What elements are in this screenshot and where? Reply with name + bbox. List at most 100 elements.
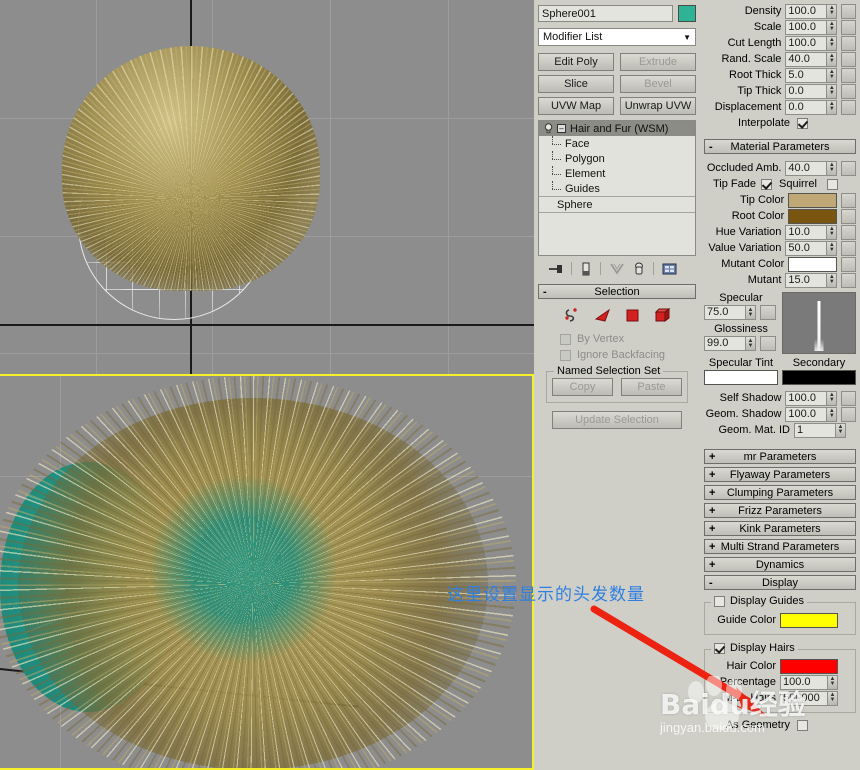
stack-subitem-element[interactable]: Element <box>539 166 695 181</box>
rollout-multi-strand-parameters[interactable]: + Multi Strand Parameters <box>704 539 856 554</box>
root-thick-spinner[interactable]: ▲ ▼ <box>826 67 838 83</box>
copy-button[interactable]: Copy <box>552 378 613 396</box>
specular-spinner[interactable]: ▲ ▼ <box>745 305 756 320</box>
rand-scale-spinner[interactable]: ▲ ▼ <box>826 51 838 67</box>
paste-button[interactable]: Paste <box>621 378 682 396</box>
max-hairs-spinner[interactable]: ▲ ▼ <box>827 690 838 706</box>
display-guides-checkbox[interactable] <box>714 595 725 607</box>
root-thick-map-button[interactable] <box>841 67 856 83</box>
rollout-frizz-parameters[interactable]: + Frizz Parameters <box>704 503 856 518</box>
mutant-color-swatch[interactable] <box>788 256 837 272</box>
scale-input[interactable]: 100.0 <box>785 19 827 35</box>
stack-item-sphere[interactable]: Sphere <box>539 197 695 212</box>
tip-thick-input[interactable]: 0.0 <box>785 83 827 99</box>
density-map-button[interactable] <box>841 3 856 19</box>
rollout-mr-parameters[interactable]: + mr Parameters <box>704 449 856 464</box>
modifier-list-dropdown[interactable]: Modifier List ▼ <box>538 28 696 46</box>
tip-thick-map-button[interactable] <box>841 83 856 99</box>
polygon-selection-icon[interactable] <box>624 307 641 324</box>
geom-shadow-spinner[interactable]: ▲ ▼ <box>826 406 838 422</box>
tip-color-map-button[interactable] <box>840 192 856 208</box>
density-input[interactable]: 100.0 <box>785 3 827 19</box>
displacement-spinner[interactable]: ▲ ▼ <box>826 99 838 115</box>
stack-subitem-face[interactable]: Face <box>539 136 695 151</box>
mutant-color-map-button[interactable] <box>840 256 856 272</box>
self-shadow-spinner[interactable]: ▲ ▼ <box>826 390 838 406</box>
hue-variation-map-button[interactable] <box>841 224 856 240</box>
glossiness-map-button[interactable] <box>760 336 776 351</box>
remove-modifier-icon[interactable] <box>633 262 645 276</box>
tip-fade-checkbox[interactable] <box>761 178 772 190</box>
guides-selection-icon[interactable] <box>564 307 581 324</box>
percentage-spinner[interactable]: ▲ ▼ <box>827 674 838 690</box>
display-hairs-checkbox[interactable] <box>714 642 725 654</box>
show-end-result-icon[interactable] <box>580 262 592 276</box>
specular-input[interactable]: 75.0 <box>704 305 745 320</box>
by-vertex-checkbox[interactable] <box>560 333 571 345</box>
modifier-stack-list[interactable]: – Hair and Fur (WSM) Face Polygon Elemen… <box>538 120 696 256</box>
specular-tint-swatch[interactable] <box>704 370 778 385</box>
rollout-flyaway-parameters[interactable]: + Flyaway Parameters <box>704 467 856 482</box>
scale-map-button[interactable] <box>841 19 856 35</box>
cut-length-map-button[interactable] <box>841 35 856 51</box>
density-spinner[interactable]: ▲ ▼ <box>826 3 838 19</box>
object-color-swatch[interactable] <box>678 5 696 22</box>
hair-color-swatch[interactable] <box>780 658 838 674</box>
update-selection-button[interactable]: Update Selection <box>552 411 682 429</box>
mutant-spinner[interactable]: ▲ ▼ <box>826 272 838 288</box>
rollout-clumping-parameters[interactable]: + Clumping Parameters <box>704 485 856 500</box>
rollout-selection[interactable]: - Selection <box>538 284 696 299</box>
rollout-material-parameters[interactable]: - Material Parameters <box>704 139 856 154</box>
geom-shadow-map-button[interactable] <box>841 406 856 422</box>
modifier-button-bevel[interactable]: Bevel <box>620 75 696 93</box>
glossiness-spinner[interactable]: ▲ ▼ <box>745 336 756 351</box>
percentage-input[interactable]: 100.0 <box>780 674 827 690</box>
stack-expand-toggle[interactable]: – <box>557 124 566 133</box>
tip-thick-spinner[interactable]: ▲ ▼ <box>826 83 838 99</box>
specular-map-button[interactable] <box>760 305 776 320</box>
viewport-top[interactable] <box>0 0 534 374</box>
occluded-amb-input[interactable]: 40.0 <box>785 160 827 176</box>
secondary-swatch[interactable] <box>782 370 856 385</box>
hue-variation-input[interactable]: 10.0 <box>785 224 827 240</box>
modifier-button-uvw-map[interactable]: UVW Map <box>538 97 614 115</box>
root-color-swatch[interactable] <box>788 208 837 224</box>
max-hairs-input[interactable]: 500000 <box>780 690 827 706</box>
stack-item-hair-and-fur[interactable]: – Hair and Fur (WSM) <box>539 121 695 136</box>
occluded-amb-map-button[interactable] <box>841 160 856 176</box>
rollout-kink-parameters[interactable]: + Kink Parameters <box>704 521 856 536</box>
squirrel-checkbox[interactable] <box>826 178 838 190</box>
value-variation-input[interactable]: 50.0 <box>785 240 827 256</box>
mutant-map-button[interactable] <box>841 272 856 288</box>
value-variation-spinner[interactable]: ▲ ▼ <box>826 240 838 256</box>
rand-scale-input[interactable]: 40.0 <box>785 51 827 67</box>
value-variation-map-button[interactable] <box>841 240 856 256</box>
geom-mat-id-spinner[interactable]: ▲ ▼ <box>835 422 846 438</box>
stack-subitem-polygon[interactable]: Polygon <box>539 151 695 166</box>
rollout-dynamics[interactable]: + Dynamics <box>704 557 856 572</box>
modifier-button-extrude[interactable]: Extrude <box>620 53 696 71</box>
displacement-input[interactable]: 0.0 <box>785 99 827 115</box>
glossiness-input[interactable]: 99.0 <box>704 336 745 351</box>
stack-subitem-guides[interactable]: Guides <box>539 181 695 196</box>
tip-color-swatch[interactable] <box>788 192 837 208</box>
occluded-amb-spinner[interactable]: ▲ ▼ <box>826 160 838 176</box>
ignore-backfacing-checkbox[interactable] <box>560 349 571 361</box>
hue-variation-spinner[interactable]: ▲ ▼ <box>826 224 838 240</box>
geom-mat-id-input[interactable]: 1 <box>794 422 835 438</box>
geom-shadow-input[interactable]: 100.0 <box>785 406 827 422</box>
element-selection-icon[interactable] <box>654 307 671 324</box>
root-thick-input[interactable]: 5.0 <box>785 67 827 83</box>
self-shadow-map-button[interactable] <box>841 390 856 406</box>
rollout-display[interactable]: - Display <box>704 575 856 590</box>
rand-scale-map-button[interactable] <box>841 51 856 67</box>
configure-modifier-sets-icon[interactable] <box>662 262 678 276</box>
pin-stack-icon[interactable] <box>548 262 563 276</box>
root-color-map-button[interactable] <box>840 208 856 224</box>
modifier-button-slice[interactable]: Slice <box>538 75 614 93</box>
modifier-button-edit-poly[interactable]: Edit Poly <box>538 53 614 71</box>
cut-length-input[interactable]: 100.0 <box>785 35 827 51</box>
modifier-button-unwrap-uvw[interactable]: Unwrap UVW <box>620 97 696 115</box>
lightbulb-icon[interactable] <box>543 123 554 134</box>
displacement-map-button[interactable] <box>841 99 856 115</box>
